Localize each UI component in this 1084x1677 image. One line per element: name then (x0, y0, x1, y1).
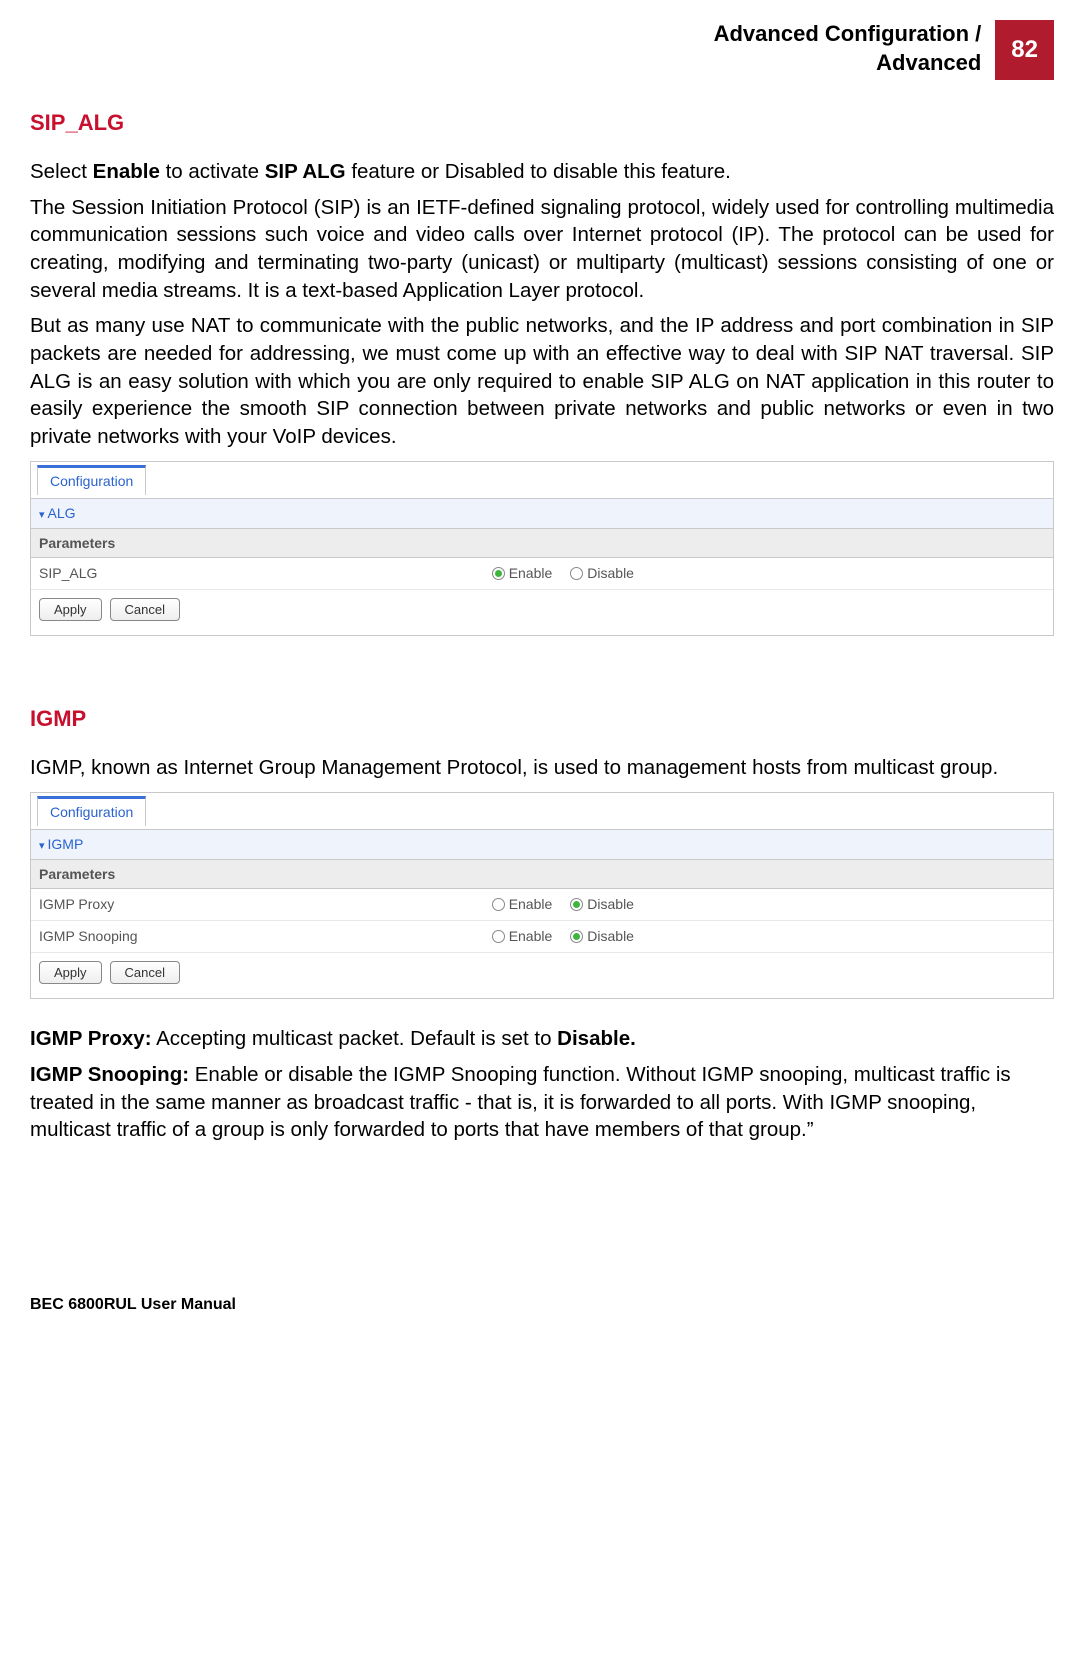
radio-icon (492, 567, 505, 580)
param-row-igmp-proxy: IGMP Proxy Enable Disable (31, 889, 1053, 921)
text: to activate (160, 160, 265, 183)
radio-disable[interactable]: Disable (570, 895, 634, 914)
radio-enable[interactable]: Enable (492, 927, 553, 946)
text-bold: Enable (93, 160, 160, 183)
sip-alg-heading: SIP_ALG (30, 108, 1054, 138)
apply-button[interactable]: Apply (39, 598, 102, 621)
radio-label: Disable (587, 564, 634, 583)
igmp-config-panel: Configuration IGMP Parameters IGMP Proxy… (30, 792, 1054, 999)
igmp-snooping-desc: IGMP Snooping: Enable or disable the IGM… (30, 1061, 1054, 1144)
tab-configuration[interactable]: Configuration (37, 465, 146, 495)
cancel-button[interactable]: Cancel (110, 961, 180, 984)
radio-label: Enable (509, 564, 553, 583)
tab-configuration[interactable]: Configuration (37, 796, 146, 826)
page-header: Advanced Configuration / Advanced 82 (30, 20, 1054, 80)
radio-icon (492, 930, 505, 943)
param-label: SIP_ALG (39, 564, 492, 583)
radio-icon (570, 898, 583, 911)
panel-section-igmp[interactable]: IGMP (31, 830, 1053, 860)
param-label: IGMP Proxy (39, 895, 492, 914)
tab-row: Configuration (31, 462, 1053, 499)
radio-label: Enable (509, 927, 553, 946)
radio-enable[interactable]: Enable (492, 564, 553, 583)
panel-section-alg[interactable]: ALG (31, 499, 1053, 529)
igmp-snooping-label: IGMP Snooping: (30, 1063, 189, 1086)
sip-alg-para2: But as many use NAT to communicate with … (30, 312, 1054, 450)
breadcrumb-line2: Advanced (876, 50, 981, 75)
radio-label: Disable (587, 895, 634, 914)
param-options: Enable Disable (492, 564, 634, 583)
igmp-para1: IGMP, known as Internet Group Management… (30, 754, 1054, 782)
param-row-igmp-snooping: IGMP Snooping Enable Disable (31, 921, 1053, 953)
radio-disable[interactable]: Disable (570, 927, 634, 946)
radio-label: Disable (587, 927, 634, 946)
text: Select (30, 160, 93, 183)
text: Accepting multicast packet. Default is s… (152, 1027, 558, 1050)
sip-alg-para1: The Session Initiation Protocol (SIP) is… (30, 194, 1054, 305)
sip-alg-intro: Select Enable to activate SIP ALG featur… (30, 158, 1054, 186)
breadcrumb-line1: Advanced Configuration / (714, 21, 982, 46)
radio-enable[interactable]: Enable (492, 895, 553, 914)
radio-icon (570, 567, 583, 580)
footer-manual-title: BEC 6800RUL User Manual (30, 1294, 1054, 1316)
breadcrumb: Advanced Configuration / Advanced (714, 20, 982, 77)
apply-button[interactable]: Apply (39, 961, 102, 984)
text-bold: Disable. (557, 1027, 636, 1050)
parameters-header: Parameters (31, 529, 1053, 559)
button-row: Apply Cancel (31, 953, 1053, 998)
igmp-heading: IGMP (30, 704, 1054, 734)
cancel-button[interactable]: Cancel (110, 598, 180, 621)
parameters-header: Parameters (31, 860, 1053, 890)
radio-disable[interactable]: Disable (570, 564, 634, 583)
radio-label: Enable (509, 895, 553, 914)
igmp-proxy-label: IGMP Proxy: (30, 1027, 152, 1050)
tab-row: Configuration (31, 793, 1053, 830)
radio-icon (492, 898, 505, 911)
page-number: 82 (1011, 36, 1038, 63)
page-number-badge: 82 (995, 20, 1054, 80)
param-row-sip-alg: SIP_ALG Enable Disable (31, 558, 1053, 590)
param-options: Enable Disable (492, 927, 634, 946)
igmp-proxy-desc: IGMP Proxy: Accepting multicast packet. … (30, 1025, 1054, 1053)
radio-icon (570, 930, 583, 943)
button-row: Apply Cancel (31, 590, 1053, 635)
param-label: IGMP Snooping (39, 927, 492, 946)
param-options: Enable Disable (492, 895, 634, 914)
text: feature or Disabled to disable this feat… (346, 160, 731, 183)
sip-alg-config-panel: Configuration ALG Parameters SIP_ALG Ena… (30, 461, 1054, 637)
text-bold: SIP ALG (265, 160, 346, 183)
